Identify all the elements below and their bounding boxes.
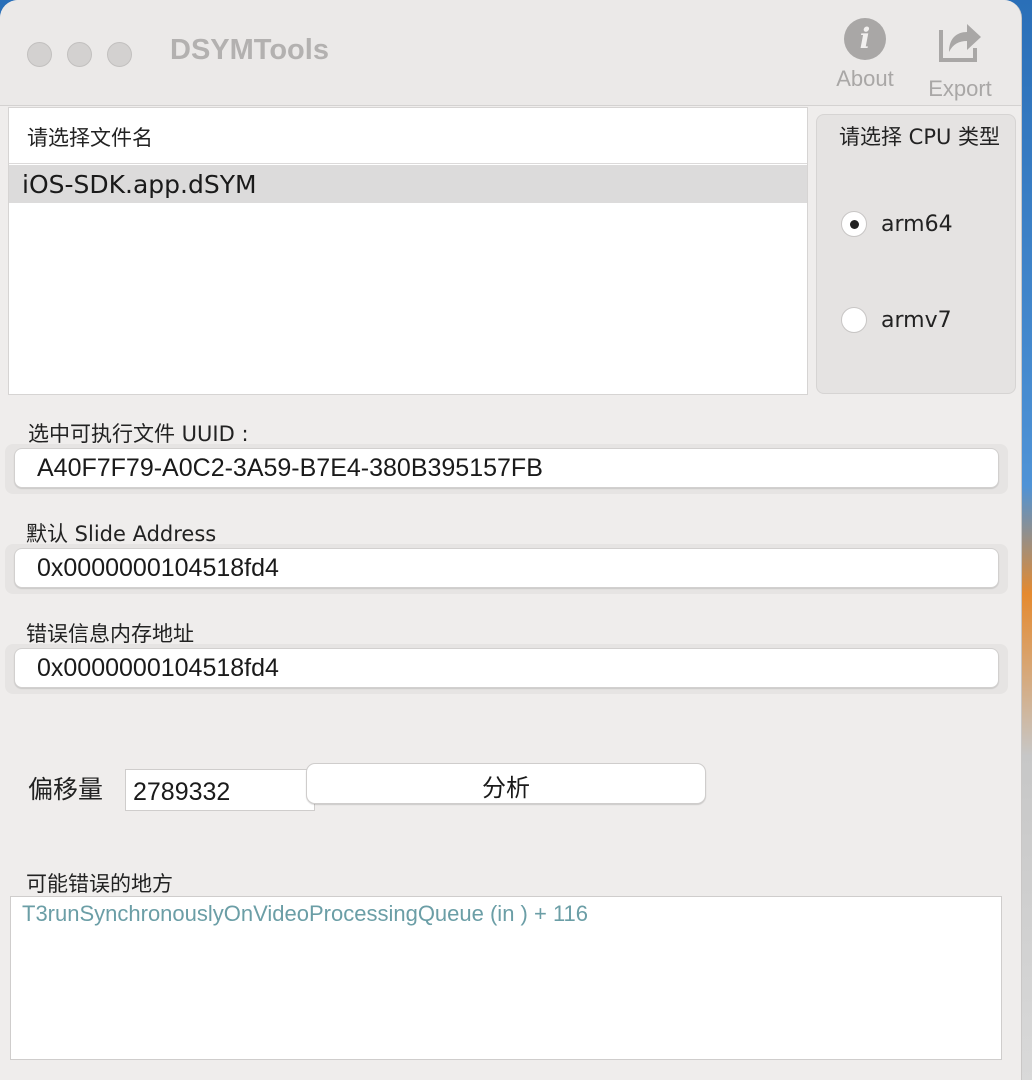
export-label: Export [928,76,992,101]
about-button[interactable]: i About [826,18,904,92]
file-list[interactable]: 请选择文件名 iOS-SDK.app.dSYM [8,107,808,395]
minimize-window-button[interactable] [67,42,92,67]
cpu-option-arm64[interactable]: arm64 [841,211,953,237]
cpu-option-armv7[interactable]: armv7 [841,307,952,333]
zoom-window-button[interactable] [107,42,132,67]
result-text-area[interactable]: T3runSynchronouslyOnVideoProcessingQueue… [10,896,1002,1060]
cpu-type-title: 请选择 CPU 类型 [839,125,1001,149]
uuid-field[interactable]: A40F7F79-A0C2-3A59-B7E4-380B395157FB [14,448,999,488]
file-list-header: 请选择文件名 [9,108,807,164]
result-label: 可能错误的地方 [26,872,173,896]
offset-input[interactable]: 2789332 [125,769,315,811]
error-address-field[interactable]: 0x0000000104518fd4 [14,648,999,688]
result-text: T3runSynchronouslyOnVideoProcessingQueue… [22,901,589,926]
slide-address-field[interactable]: 0x0000000104518fd4 [14,548,999,588]
uuid-field-wrap: A40F7F79-A0C2-3A59-B7E4-380B395157FB [5,444,1008,494]
export-button[interactable]: Export [920,18,1000,102]
info-icon: i [844,18,886,60]
cpu-option-label: armv7 [881,307,952,333]
about-label: About [836,66,894,91]
app-window: DSYMTools i About Export 请选择文件名 iOS-SDK.… [0,0,1022,1080]
radio-selected[interactable] [841,211,867,237]
title-bar: DSYMTools i About Export [0,0,1021,106]
error-address-field-wrap: 0x0000000104518fd4 [5,644,1008,694]
file-list-item[interactable]: iOS-SDK.app.dSYM [9,165,807,203]
window-title: DSYMTools [170,34,329,66]
analyze-button[interactable]: 分析 [306,763,706,804]
export-icon [939,24,981,62]
close-window-button[interactable] [27,42,52,67]
offset-label: 偏移量 [28,775,104,804]
radio-unselected[interactable] [841,307,867,333]
cpu-type-group: 请选择 CPU 类型 arm64 armv7 [816,114,1016,394]
slide-address-field-wrap: 0x0000000104518fd4 [5,544,1008,594]
cpu-option-label: arm64 [881,211,953,237]
